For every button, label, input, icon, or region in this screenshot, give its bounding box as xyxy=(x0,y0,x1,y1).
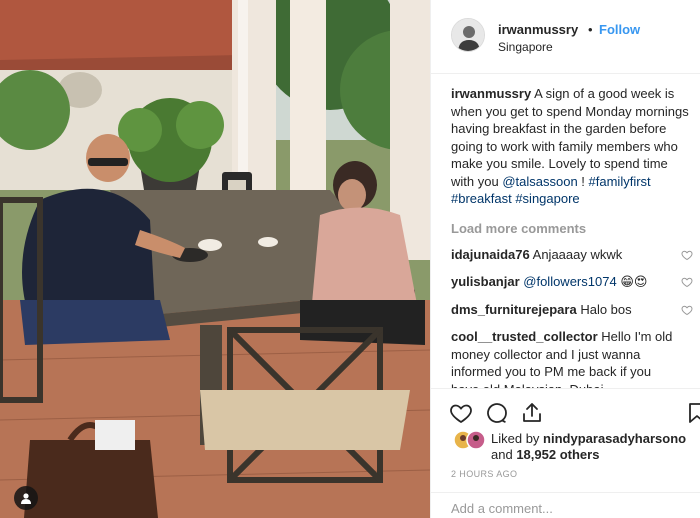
username-link[interactable]: irwanmussry xyxy=(498,22,578,37)
liked-by-user-link[interactable]: nindyparasadyharsono xyxy=(543,431,686,446)
add-comment-bar xyxy=(431,492,700,518)
post-timestamp: 2 HOURS AGO xyxy=(451,469,518,479)
post-actions: Liked by nindyparasadyharsono and 18,952… xyxy=(431,388,700,508)
liked-by-and: and xyxy=(491,447,513,462)
comment-heart-icon[interactable] xyxy=(681,249,693,261)
liked-by-prefix: Liked by xyxy=(491,431,540,446)
comments-section[interactable]: irwanmussry A sign of a good week is whe… xyxy=(431,75,700,388)
post-photo[interactable] xyxy=(0,0,430,518)
comment-item: dms_furniturejepara Halo bos xyxy=(451,301,693,319)
liked-by-text: Liked by nindyparasadyharsono and 18,952… xyxy=(491,431,696,463)
user-tag-icon[interactable] xyxy=(14,486,38,510)
comment-icon[interactable] xyxy=(485,401,509,425)
comment-username[interactable]: yulisbanjar xyxy=(451,274,520,289)
comment-username[interactable]: cool__trusted_collector xyxy=(451,329,598,344)
post-caption: irwanmussry A sign of a good week is whe… xyxy=(451,85,689,208)
post-header: irwanmussry • Follow Singapore xyxy=(431,0,700,74)
add-comment-input[interactable] xyxy=(451,501,681,516)
location-link[interactable]: Singapore xyxy=(498,40,553,54)
comment-text: Anjaaaay wkwk xyxy=(532,246,623,262)
caption-separator: ! xyxy=(577,173,589,189)
share-icon[interactable] xyxy=(520,401,544,425)
post-photo-image xyxy=(0,0,430,518)
comment-item: yulisbanjar @followers1074 😁😍 xyxy=(451,273,693,291)
load-more-comments-button[interactable]: Load more comments xyxy=(451,221,681,236)
caption-username[interactable]: irwanmussry xyxy=(451,86,531,101)
bookmark-icon[interactable] xyxy=(685,401,700,425)
comment-heart-icon[interactable] xyxy=(681,276,693,288)
hashtag-link[interactable]: #breakfast xyxy=(451,191,512,206)
comment-mention[interactable]: @followers1074 xyxy=(523,274,616,289)
follow-button[interactable]: Follow xyxy=(599,22,640,37)
avatar[interactable] xyxy=(451,18,485,52)
caption-mention[interactable]: @talsassoon xyxy=(502,174,577,189)
hashtag-link[interactable]: #familyfirst xyxy=(589,174,651,189)
hashtag-link[interactable]: #singapore xyxy=(515,191,579,206)
comment-heart-icon[interactable] xyxy=(681,304,693,316)
comment-item: cool__trusted_collector Hello I'm old mo… xyxy=(451,328,681,388)
comment-username[interactable]: idajunaida76 xyxy=(451,247,530,262)
liked-by-avatars xyxy=(453,430,487,450)
post-sidebar: irwanmussry • Follow Singapore irwanmuss… xyxy=(430,0,700,518)
separator-dot: • xyxy=(588,22,593,37)
heart-icon[interactable] xyxy=(449,401,473,425)
comment-text: 😁😍 xyxy=(620,274,648,289)
comment-item: idajunaida76 Anjaaaay wkwk xyxy=(451,246,693,264)
comment-username[interactable]: dms_furniturejepara xyxy=(451,302,577,317)
likes-count-link[interactable]: 18,952 others xyxy=(516,447,599,462)
comment-text: Halo bos xyxy=(580,301,632,317)
